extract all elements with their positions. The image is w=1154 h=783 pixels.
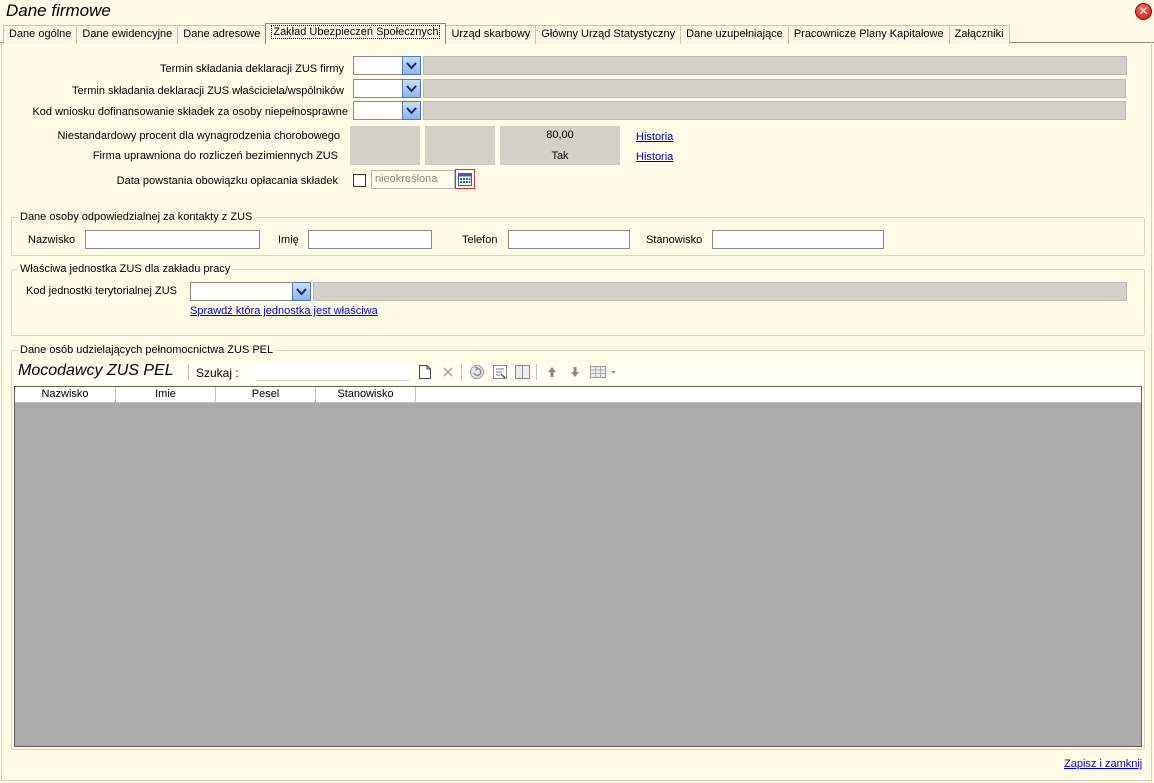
termin-firmy-select[interactable] bbox=[353, 56, 421, 75]
check-unit-link[interactable]: Sprawdź która jednostka jest właściwa bbox=[190, 305, 378, 317]
grid-title: Mocodawcy ZUS PEL bbox=[18, 362, 174, 379]
column-header-filler bbox=[416, 387, 1141, 403]
unit-group bbox=[11, 269, 1145, 336]
toolbar-separator bbox=[461, 364, 462, 380]
save-close-link[interactable]: Zapisz i zamknij bbox=[1064, 758, 1142, 770]
termin-firmy-label: Termin składania deklaracji ZUS firmy bbox=[160, 63, 344, 75]
table-options-icon[interactable] bbox=[589, 363, 619, 381]
tab-zus-label: Zakład Ubezpieczeń Społecznych bbox=[271, 25, 441, 39]
tab-urzad-skarbowy[interactable]: Urząd skarbowy bbox=[445, 25, 537, 44]
calendar-icon[interactable] bbox=[455, 169, 475, 189]
unit-group-title: Właściwa jednostka ZUS dla zakładu pracy bbox=[18, 263, 233, 275]
values-box: 80,00 Tak bbox=[500, 126, 620, 165]
nazwisko-label: Nazwisko bbox=[28, 234, 76, 246]
column-header-imie[interactable]: Imie bbox=[116, 387, 216, 403]
firma-upr-value: Tak bbox=[551, 150, 569, 162]
chevron-down-icon[interactable] bbox=[402, 56, 421, 75]
imie-label: Imię bbox=[278, 234, 299, 246]
niestandard-value: 80,00 bbox=[546, 129, 574, 141]
tab-gus[interactable]: Główny Urząd Statystyczny bbox=[535, 25, 682, 44]
columns-icon[interactable] bbox=[513, 363, 531, 381]
tab-zus[interactable]: Zakład Ubezpieczeń Społecznych bbox=[265, 23, 447, 44]
termin-wlasc-label: Termin składania deklaracji ZUS właścici… bbox=[71, 85, 344, 97]
tab-zalaczniki[interactable]: Załączniki bbox=[948, 25, 1010, 44]
niestandard-label: Niestandardowy procent dla wynagrodzenia… bbox=[57, 130, 340, 142]
delete-icon[interactable] bbox=[439, 363, 457, 381]
stanowisko-input[interactable] bbox=[712, 230, 884, 249]
gray-box-1 bbox=[350, 126, 420, 165]
historia-link-1[interactable]: Historia bbox=[636, 131, 673, 143]
toolbar-separator bbox=[188, 364, 189, 380]
pel-group-title: Dane osób udzielających pełnomocnictwa Z… bbox=[18, 344, 276, 356]
chevron-down-icon[interactable] bbox=[402, 79, 421, 98]
column-header-pesel[interactable]: Pesel bbox=[216, 387, 316, 403]
data-powstania-label: Data powstania obowiązku opłacania skład… bbox=[116, 175, 338, 187]
tab-dane-uzupelniajace[interactable]: Dane uzupełniające bbox=[680, 25, 789, 44]
termin-wlasc-desc bbox=[423, 79, 1126, 98]
chevron-down-icon[interactable] bbox=[402, 101, 421, 120]
column-header-stanowisko[interactable]: Stanowisko bbox=[316, 387, 416, 403]
termin-wlasc-select[interactable] bbox=[353, 79, 421, 98]
kod-wniosku-select[interactable] bbox=[353, 101, 421, 120]
data-powstania-checkbox[interactable] bbox=[353, 174, 366, 187]
gray-box-2 bbox=[425, 126, 495, 165]
kod-jednostki-select[interactable] bbox=[190, 282, 311, 301]
tab-ppk[interactable]: Pracownicze Plany Kapitałowe bbox=[787, 25, 950, 44]
arrow-down-icon[interactable] bbox=[566, 363, 584, 381]
data-powstania-field[interactable]: nieokreślona bbox=[371, 170, 455, 189]
search-input[interactable] bbox=[256, 363, 409, 381]
telefon-input[interactable] bbox=[508, 230, 630, 249]
kod-wniosku-label: Kod wniosku dofinansowanie składek za os… bbox=[32, 106, 348, 118]
search-label: Szukaj : bbox=[196, 366, 239, 380]
termin-firmy-desc bbox=[423, 56, 1127, 75]
column-header-nazwisko[interactable]: Nazwisko bbox=[15, 387, 116, 403]
refresh-icon[interactable] bbox=[468, 363, 486, 381]
new-document-icon[interactable] bbox=[416, 363, 434, 381]
nazwisko-input[interactable] bbox=[85, 230, 260, 249]
tab-dane-adresowe[interactable]: Dane adresowe bbox=[177, 25, 267, 44]
historia-link-2[interactable]: Historia bbox=[636, 151, 673, 163]
tab-bar: Dane ogólne Dane ewidencyjne Dane adreso… bbox=[3, 23, 1010, 44]
firma-upr-label: Firma uprawniona do rozliczeń bezimienny… bbox=[92, 150, 338, 162]
telefon-label: Telefon bbox=[462, 234, 498, 246]
window-title: Dane firmowe bbox=[6, 1, 111, 20]
arrow-up-icon[interactable] bbox=[543, 363, 561, 381]
toolbar-separator bbox=[536, 364, 537, 380]
tab-dane-ewidencyjne[interactable]: Dane ewidencyjne bbox=[76, 25, 179, 44]
imie-input[interactable] bbox=[308, 230, 432, 249]
kod-wniosku-desc bbox=[423, 101, 1126, 120]
kod-jednostki-label: Kod jednostki terytorialnej ZUS bbox=[26, 285, 178, 297]
grid-header: Nazwisko Imie Pesel Stanowisko bbox=[15, 387, 1141, 403]
filter-list-icon[interactable] bbox=[491, 363, 509, 381]
close-icon[interactable]: ✕ bbox=[1135, 3, 1152, 20]
stanowisko-label: Stanowisko bbox=[646, 234, 703, 246]
kod-jednostki-desc bbox=[313, 282, 1127, 301]
tab-dane-ogolne[interactable]: Dane ogólne bbox=[3, 25, 78, 44]
contact-group-title: Dane osoby odpowiedzialnej za kontakty z… bbox=[18, 211, 255, 223]
chevron-down-icon[interactable] bbox=[292, 282, 311, 301]
pel-grid[interactable]: Nazwisko Imie Pesel Stanowisko bbox=[14, 386, 1142, 747]
